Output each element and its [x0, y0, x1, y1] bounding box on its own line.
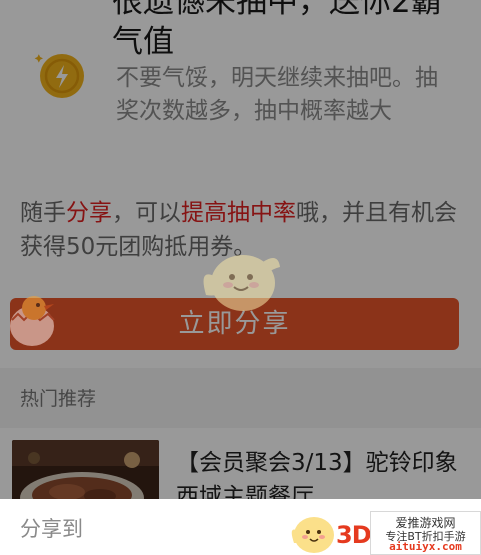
watermark-logo: 3D 爱推游戏网 专注BT折扣手游 aituiyx.com: [288, 505, 481, 555]
watermark-text-box: 爱推游戏网 专注BT折扣手游 aituiyx.com: [370, 511, 481, 555]
watermark-url: aituiyx.com: [389, 540, 462, 553]
watermark-logo-chick-icon: [291, 517, 334, 553]
watermark-chick-icon: [203, 255, 280, 311]
share-sheet-title: 分享到: [20, 517, 83, 541]
watermark-hatching-chick-icon: [10, 296, 55, 346]
watermark-3d-badge: 3D: [336, 521, 372, 549]
